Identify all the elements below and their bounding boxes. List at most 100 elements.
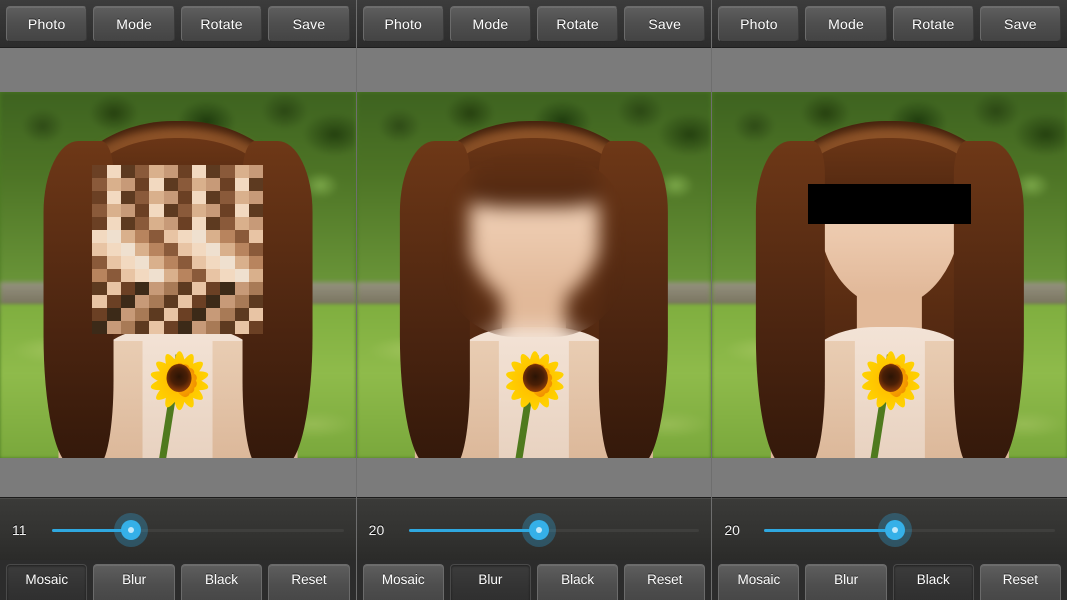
mosaic-tile <box>177 242 193 256</box>
photo-canvas[interactable] <box>712 92 1067 458</box>
mosaic-tile <box>248 307 264 321</box>
black-button[interactable]: Black <box>892 564 974 600</box>
photo-spacer <box>0 458 356 498</box>
mode-button[interactable]: Mode <box>93 5 175 42</box>
mosaic-tile <box>149 165 164 179</box>
mosaic-tile <box>220 216 235 230</box>
subject-person <box>755 114 1024 458</box>
slider-value-label: 20 <box>368 521 385 538</box>
mosaic-tile <box>248 204 264 217</box>
mosaic-tile <box>135 320 150 334</box>
reset-button[interactable]: Reset <box>268 564 350 600</box>
mosaic-button[interactable]: Mosaic <box>6 564 88 600</box>
photo-scene <box>0 92 356 458</box>
mosaic-tile <box>206 307 221 321</box>
mosaic-tile <box>106 229 121 243</box>
photo-button[interactable]: Photo <box>362 5 444 42</box>
mosaic-tile <box>120 204 136 217</box>
mosaic-tile <box>120 294 136 308</box>
slider-bar: 20 <box>356 498 712 560</box>
mosaic-tile <box>192 294 207 308</box>
app-root: Photo Mode Rotate Save 11 Mosaic Blur Black Rese… <box>0 0 1067 600</box>
mosaic-tile <box>248 242 264 256</box>
rotate-button[interactable]: Rotate <box>180 5 263 42</box>
mosaic-tile <box>106 320 121 334</box>
mosaic-tile <box>106 255 121 269</box>
black-button[interactable]: Black <box>537 564 619 600</box>
slider-thumb[interactable] <box>120 519 141 540</box>
mosaic-tile <box>106 216 121 230</box>
photo-canvas[interactable] <box>0 92 356 458</box>
mosaic-tile <box>206 268 221 282</box>
mosaic-tile <box>234 320 249 334</box>
mosaic-button[interactable]: Mosaic <box>362 564 444 600</box>
photo-scene <box>712 92 1067 458</box>
mosaic-tile <box>206 294 221 308</box>
save-button[interactable]: Save <box>624 5 706 42</box>
mosaic-tile <box>192 216 207 230</box>
mosaic-tile <box>206 242 221 256</box>
photo-canvas[interactable] <box>356 92 712 458</box>
slider-value-label: 11 <box>12 521 27 538</box>
mosaic-tile <box>248 178 264 192</box>
toolbar-spacer <box>0 48 356 92</box>
mosaic-tile <box>234 242 249 256</box>
mosaic-tile <box>206 281 221 295</box>
slider-fill <box>408 528 540 532</box>
intensity-slider[interactable] <box>764 518 1055 542</box>
mosaic-tile <box>192 229 207 243</box>
reset-button[interactable]: Reset <box>624 564 706 600</box>
mode-button[interactable]: Mode <box>449 5 531 42</box>
mosaic-tile <box>206 255 221 269</box>
mosaic-tile <box>192 165 207 179</box>
black-button[interactable]: Black <box>180 564 263 600</box>
blur-button[interactable]: Blur <box>449 564 531 600</box>
mosaic-button[interactable]: Mosaic <box>718 564 800 600</box>
mosaic-tile <box>234 191 249 205</box>
mosaic-tile <box>106 178 121 192</box>
mosaic-tile <box>177 307 193 321</box>
blur-button[interactable]: Blur <box>805 564 887 600</box>
mosaic-tile <box>234 165 249 179</box>
mosaic-tile <box>234 294 249 308</box>
mosaic-tile <box>177 178 193 192</box>
mosaic-tile <box>135 216 150 230</box>
mosaic-tile <box>106 204 121 217</box>
mosaic-tile <box>135 229 150 243</box>
mosaic-tile <box>220 294 235 308</box>
blur-button[interactable]: Blur <box>93 564 175 600</box>
mosaic-tile <box>135 242 150 256</box>
mosaic-tile <box>92 268 107 282</box>
mosaic-tile <box>192 255 207 269</box>
photo-button[interactable]: Photo <box>718 5 800 42</box>
rotate-button[interactable]: Rotate <box>537 5 619 42</box>
intensity-slider[interactable] <box>408 518 700 542</box>
mosaic-tile <box>248 229 264 243</box>
intensity-slider[interactable] <box>52 518 344 542</box>
mode-button[interactable]: Mode <box>805 5 887 42</box>
mosaic-tile <box>206 229 221 243</box>
mosaic-tile <box>92 242 107 256</box>
mosaic-tile <box>163 178 178 192</box>
mosaic-tile <box>192 268 207 282</box>
mosaic-tile <box>220 165 235 179</box>
effect-button-bar: Mosaic Blur Black Reset <box>356 560 712 600</box>
mosaic-tile <box>92 294 107 308</box>
save-button[interactable]: Save <box>979 5 1061 42</box>
slider-thumb[interactable] <box>529 519 550 540</box>
reset-button[interactable]: Reset <box>979 564 1061 600</box>
slider-thumb[interactable] <box>885 519 906 540</box>
mosaic-tile <box>220 307 235 321</box>
mosaic-tile <box>234 204 249 217</box>
rotate-button[interactable]: Rotate <box>892 5 974 42</box>
photo-button[interactable]: Photo <box>6 5 88 42</box>
save-button[interactable]: Save <box>268 5 350 42</box>
sunflower <box>850 324 932 427</box>
toolbar-spacer <box>712 48 1067 92</box>
mosaic-censor-overlay <box>92 165 264 334</box>
mosaic-tile <box>92 178 107 192</box>
mosaic-tile <box>220 178 235 192</box>
mosaic-tile <box>220 229 235 243</box>
mosaic-tile <box>163 165 178 179</box>
mosaic-tile <box>177 268 193 282</box>
